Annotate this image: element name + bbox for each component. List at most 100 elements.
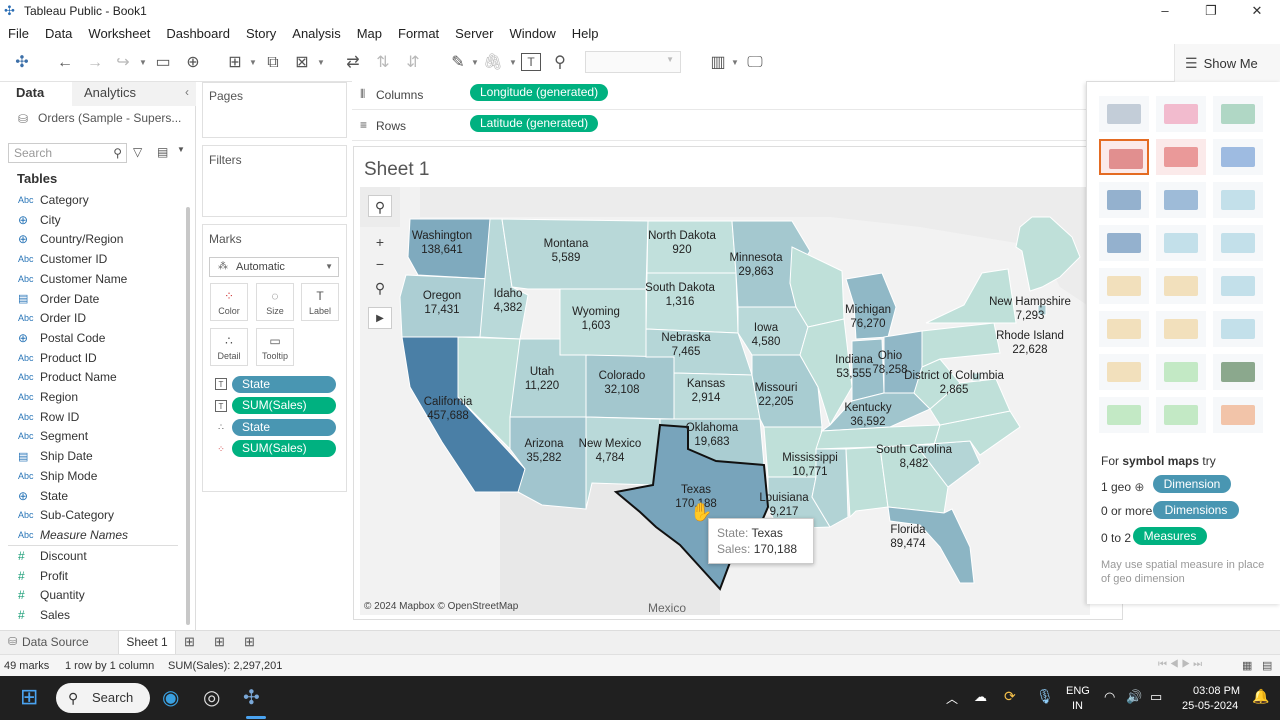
view-dropdown-icon[interactable]: ▼ [177,145,185,154]
language-eng[interactable]: ENG [1066,685,1090,697]
label-button[interactable]: T Label [301,283,339,321]
marks-pill-state-detail[interactable]: State [232,419,336,436]
map-attribution[interactable]: © 2024 Mapbox © OpenStreetMap [364,601,518,612]
wifi-icon[interactable]: ◠ [1104,689,1115,705]
filter-fields-icon[interactable]: ▽ [133,145,142,159]
marks-pill-sales-label[interactable]: SUM(Sales) [232,397,336,414]
windows-start-icon[interactable]: ⊞ [20,686,38,708]
chart-type-histogram[interactable] [1156,354,1206,390]
rows-pill-latitude[interactable]: Latitude (generated) [470,115,599,132]
presentation-mode-icon[interactable]: 🖵 [744,53,766,73]
menu-file[interactable]: File [0,26,37,41]
field-profit[interactable]: # Profit [18,567,183,585]
menu-data[interactable]: Data [37,26,80,41]
replay-icon[interactable]: ↪ [112,53,134,73]
zoom-in-icon[interactable]: + [368,231,392,253]
menu-server[interactable]: Server [447,26,501,41]
tableau-home-icon[interactable]: ✣ [11,53,33,73]
presentation-layout-icon[interactable]: ▥ [707,53,729,73]
field-customer-id[interactable]: Abc Customer ID [18,250,183,268]
redo-icon[interactable]: → [84,53,106,73]
menu-worksheet[interactable]: Worksheet [80,26,158,41]
chart-type-stacked-bars[interactable] [1156,182,1206,218]
menu-analysis[interactable]: Analysis [284,26,348,41]
filmstrip-view-icon[interactable]: ▤ [1262,659,1272,672]
data-pane-scrollbar[interactable] [186,207,190,625]
close-button[interactable]: ✕ [1234,0,1280,22]
field-state[interactable]: ⊕ State [18,487,183,505]
chart-type-treemap[interactable] [1099,225,1149,261]
highlight-icon[interactable]: ✎ [447,53,469,73]
rows-shelf[interactable]: ≡ Rows Latitude (generated) [352,111,1086,141]
field-ship-date[interactable]: ▤ Ship Date [18,447,183,465]
taskbar-search[interactable]: ⚲ Search [56,683,150,713]
sort-descending-icon[interactable]: ⇵ [402,53,424,73]
field-region[interactable]: Abc Region [18,388,183,406]
filters-card[interactable]: Filters [202,145,347,217]
menu-help[interactable]: Help [564,26,607,41]
menu-map[interactable]: Map [349,26,390,41]
chart-type-heat-map[interactable] [1156,96,1206,132]
chart-type-side-by-side-bars[interactable] [1213,182,1263,218]
tooltip-button[interactable]: ▭ Tooltip [256,328,294,366]
size-button[interactable]: ◌ Size [256,283,294,321]
columns-pill-longitude[interactable]: Longitude (generated) [470,84,609,101]
menu-format[interactable]: Format [390,26,447,41]
field-city[interactable]: ⊕ City [18,211,183,229]
notification-bell-icon[interactable]: 🔔 [1252,688,1269,705]
clock-date[interactable]: 25-05-2024 [1182,700,1238,712]
menu-window[interactable]: Window [501,26,563,41]
new-datasource-icon[interactable]: ⊕ [182,53,204,73]
field-ship-mode[interactable]: Abc Ship Mode [18,467,183,485]
chrome-browser-icon[interactable]: ◎ [203,685,220,710]
duplicate-sheet-icon[interactable]: ⧉ [262,53,284,73]
columns-shelf[interactable]: ⦀ Columns Longitude (generated) [352,80,1086,110]
collapse-pane-icon[interactable]: ‹ [185,85,189,99]
show-mark-labels-icon[interactable]: T [521,53,541,71]
language-in[interactable]: IN [1072,700,1083,712]
tab-analytics[interactable]: Analytics [72,82,196,106]
show-me-button[interactable]: ☰ Show Me [1174,44,1280,82]
field-order-id[interactable]: Abc Order ID [18,309,183,327]
chart-type-area-continuous[interactable] [1099,311,1149,347]
field-postal-code[interactable]: ⊕ Postal Code [18,329,183,347]
new-dashboard-tab-icon[interactable]: ⊞ [214,634,225,650]
new-sheet-dropdown-icon[interactable]: ▼ [249,53,257,73]
field-product-name[interactable]: Abc Product Name [18,368,183,386]
field-category[interactable]: Abc Category [18,191,183,209]
fit-dropdown[interactable]: ▼ [585,51,681,73]
field-quantity[interactable]: # Quantity [18,586,183,604]
first-page-icon[interactable]: ⏮ ◀ ▶ ⏭ [1158,659,1202,670]
chart-type-bullet-graph[interactable] [1156,397,1206,433]
chart-type-box-and-whisker[interactable] [1213,354,1263,390]
fix-axes-icon[interactable]: ⚲ [549,53,571,73]
tray-chevron-icon[interactable]: ︿ [946,690,958,707]
layout-dropdown-icon[interactable]: ▼ [731,53,739,73]
tab-data[interactable]: Data [0,82,72,106]
chart-type-circle-views[interactable] [1156,225,1206,261]
expand-toolbar-icon[interactable]: ▶ [368,307,392,329]
battery-icon[interactable]: ▭ [1150,689,1162,705]
sort-ascending-icon[interactable]: ⇅ [372,53,394,73]
marks-pill-state-label[interactable]: State [232,376,336,393]
clear-sheet-icon[interactable]: ⊠ [291,53,313,73]
save-icon[interactable]: ▭ [152,53,174,73]
microphone-icon[interactable]: 🎙 [1036,688,1054,705]
field-sales[interactable]: # Sales [18,606,183,624]
field-measure-names[interactable]: Abc Measure Names [18,526,183,544]
view-list-icon[interactable]: ▤ [157,145,168,159]
clock-time[interactable]: 03:08 PM [1193,685,1240,697]
color-button[interactable]: ⁘ Color [210,283,248,321]
maximize-button[interactable]: ❐ [1188,0,1234,22]
field-discount[interactable]: # Discount [18,547,183,565]
clear-dropdown-icon[interactable]: ▼ [317,53,325,73]
chart-type-dual-lines[interactable] [1213,268,1263,304]
zoom-out-icon[interactable]: − [368,253,392,275]
highlight-dropdown-icon[interactable]: ▼ [471,53,479,73]
chart-type-horizontal-bars[interactable] [1099,182,1149,218]
onedrive-icon[interactable]: ☁ [974,689,987,705]
pin-map-icon[interactable]: ⚲ [368,277,392,299]
swap-rows-columns-icon[interactable]: ⇄ [342,53,364,73]
marks-pill-sales-color[interactable]: SUM(Sales) [232,440,336,457]
chart-type-line-continuous[interactable] [1099,268,1149,304]
